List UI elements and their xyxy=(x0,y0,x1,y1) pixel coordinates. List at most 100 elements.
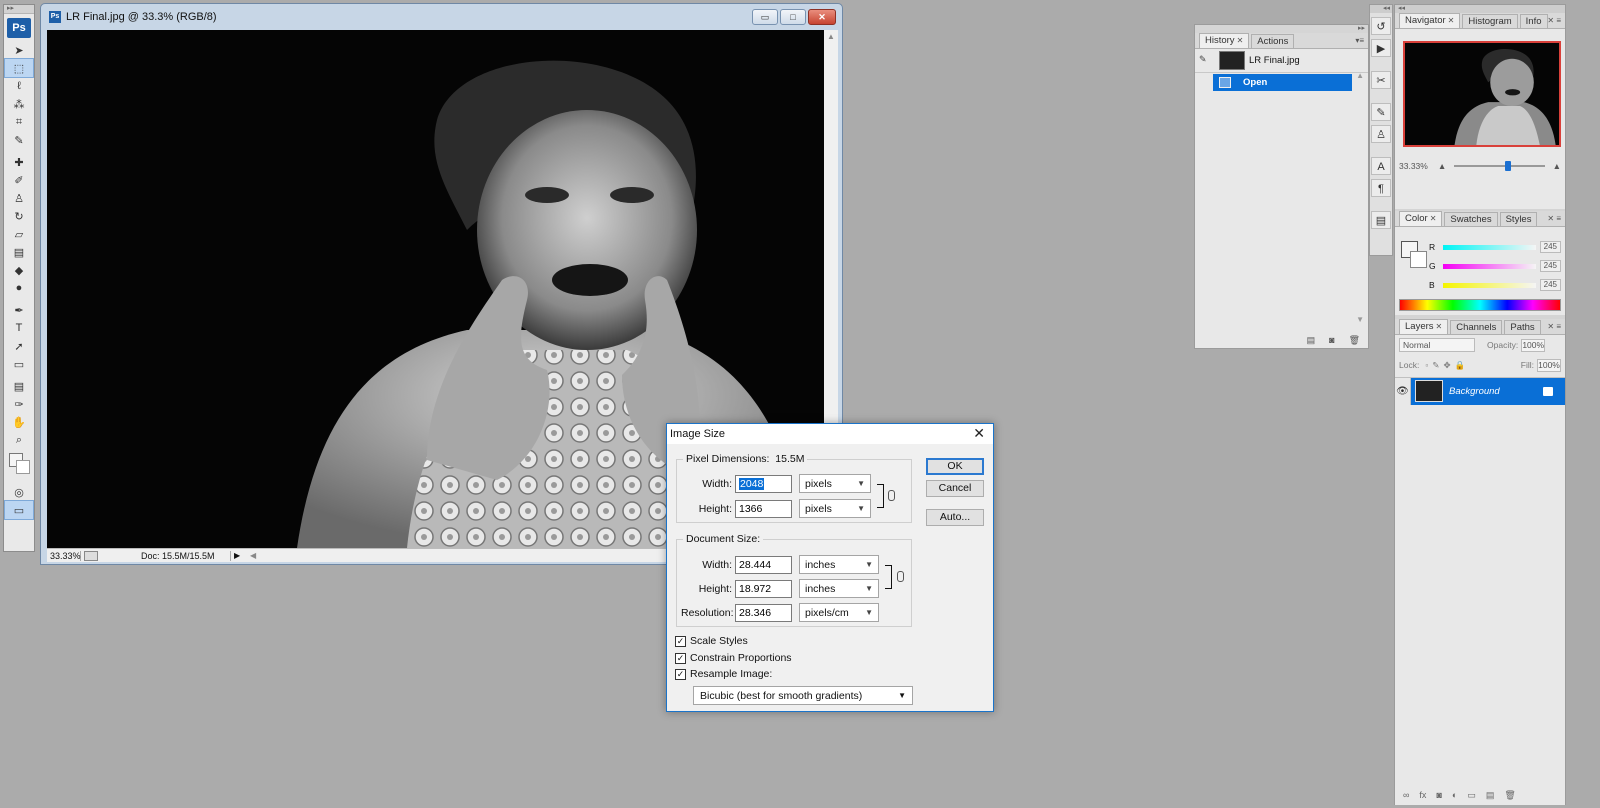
zoom-slider[interactable] xyxy=(1454,161,1545,171)
history-panel-grip[interactable]: ▸▸ xyxy=(1195,25,1368,33)
brush-tool-icon[interactable]: ✐ xyxy=(5,171,33,189)
zoom-in-icon[interactable]: ▲ xyxy=(1553,161,1561,171)
panel-menu-icon[interactable]: ✕ ≡ xyxy=(1547,16,1561,25)
close-tab-icon[interactable]: ✕ xyxy=(1436,322,1443,331)
zoom-level[interactable]: 33.33% xyxy=(47,550,81,561)
scroll-up-arrow-icon[interactable]: ▲ xyxy=(1356,71,1364,80)
close-button[interactable]: ✕ xyxy=(808,9,836,25)
opacity-input[interactable]: 100% xyxy=(1521,338,1546,352)
blur-tool-icon[interactable]: ◆ xyxy=(5,261,33,279)
layer-selected[interactable]: Background xyxy=(1411,377,1565,405)
checkmark-icon[interactable]: ✓ xyxy=(675,652,686,664)
pen-tool-icon[interactable]: ✒ xyxy=(5,301,33,319)
zoom-tool-icon[interactable]: ⌕ xyxy=(5,431,33,449)
marquee-tool-icon[interactable]: ⬚ xyxy=(4,58,34,78)
tools-panel-grip[interactable]: ▸▸ xyxy=(4,5,34,14)
right-column-grip[interactable]: ◂◂ xyxy=(1395,5,1565,13)
new-document-from-state-icon[interactable]: ▤ xyxy=(1307,335,1316,346)
healing-brush-tool-icon[interactable]: ✚ xyxy=(5,153,33,171)
actions-dock-icon[interactable]: ▶ xyxy=(1371,39,1391,57)
layer-name[interactable]: Background xyxy=(1449,386,1543,397)
status-menu-arrow-icon[interactable]: ▶ xyxy=(234,551,244,560)
slice-tool-icon[interactable]: ✎ xyxy=(5,131,33,149)
shape-tool-icon[interactable]: ▭ xyxy=(5,355,33,373)
scroll-down-arrow-icon[interactable]: ▼ xyxy=(1356,315,1364,324)
eyedropper-tool-icon[interactable]: ✑ xyxy=(5,395,33,413)
adjustment-layer-icon[interactable]: ◐ xyxy=(1452,790,1457,801)
tab-swatches[interactable]: Swatches xyxy=(1444,212,1498,226)
resample-method-select[interactable]: Bicubic (best for smooth gradients) ▼ xyxy=(693,686,913,705)
resolution-unit-select[interactable]: pixels/cm ▼ xyxy=(799,603,879,622)
type-tool-icon[interactable]: T xyxy=(5,319,33,337)
scroll-left-arrow-icon[interactable]: ◀ xyxy=(250,551,256,560)
dialog-close-icon[interactable]: ✕ xyxy=(973,425,985,442)
dock-collapse-icon[interactable]: ◂◂ xyxy=(1370,5,1392,13)
tab-navigator[interactable]: Navigator ✕ xyxy=(1399,13,1461,28)
tab-color[interactable]: Color ✕ xyxy=(1399,211,1443,226)
eraser-tool-icon[interactable]: ▱ xyxy=(5,225,33,243)
resample-image-checkbox[interactable]: ✓ Resample Image: xyxy=(675,668,772,680)
history-snapshot[interactable]: ✎ LR Final.jpg xyxy=(1195,49,1368,73)
checkmark-icon[interactable]: ✓ xyxy=(675,635,686,647)
visibility-eye-icon[interactable]: 👁 xyxy=(1395,377,1411,405)
doc-height-unit-select[interactable]: inches ▼ xyxy=(799,579,879,598)
quick-mask-icon[interactable]: ◎ xyxy=(5,483,33,501)
pixel-height-unit-select[interactable]: pixels ▼ xyxy=(799,499,871,518)
dialog-titlebar[interactable]: Image Size xyxy=(667,424,993,444)
pixel-width-input[interactable]: 2048 xyxy=(735,474,792,493)
history-state-open[interactable]: Open xyxy=(1213,74,1352,91)
green-channel-value[interactable]: 245 xyxy=(1539,260,1561,272)
background-color-swatch[interactable] xyxy=(16,460,30,474)
layer-mask-icon[interactable]: ◙ xyxy=(1436,790,1441,801)
checkmark-icon[interactable]: ✓ xyxy=(675,668,686,680)
brushes-dock-icon[interactable]: ✎ xyxy=(1371,103,1391,121)
crop-tool-icon[interactable]: ⌗ xyxy=(5,113,33,131)
color-spectrum-ramp[interactable] xyxy=(1399,299,1561,311)
new-snapshot-icon[interactable]: ◙ xyxy=(1329,335,1334,346)
tab-histogram[interactable]: Histogram xyxy=(1462,14,1518,28)
foreground-background-swatches[interactable] xyxy=(5,451,33,481)
zoom-out-icon[interactable]: ▲ xyxy=(1438,161,1446,171)
doc-width-unit-select[interactable]: inches ▼ xyxy=(799,555,879,574)
navigator-thumbnail[interactable] xyxy=(1403,41,1561,147)
delete-layer-icon[interactable]: 🗑 xyxy=(1504,790,1515,801)
navigator-zoom-value[interactable]: 33.33% xyxy=(1399,161,1428,171)
status-info-icon[interactable] xyxy=(84,550,98,561)
history-brush-tool-icon[interactable]: ↻ xyxy=(5,207,33,225)
magic-wand-tool-icon[interactable]: ⁂ xyxy=(5,95,33,113)
tab-info[interactable]: Info xyxy=(1519,14,1548,28)
hand-tool-icon[interactable]: ✋ xyxy=(5,413,33,431)
clone-stamp-tool-icon[interactable]: ♙ xyxy=(5,189,33,207)
layer-row-background[interactable]: 👁 Background xyxy=(1395,377,1565,405)
auto-button[interactable]: Auto... xyxy=(926,509,984,526)
layer-style-icon[interactable]: fx xyxy=(1419,790,1426,801)
tab-channels[interactable]: Channels xyxy=(1450,320,1503,334)
gradient-tool-icon[interactable]: ▤ xyxy=(5,243,33,261)
scroll-up-arrow-icon[interactable]: ▲ xyxy=(824,30,838,41)
red-channel-value[interactable]: 245 xyxy=(1539,241,1561,253)
blue-channel-value[interactable]: 245 xyxy=(1539,279,1561,291)
cancel-button[interactable]: Cancel xyxy=(926,480,984,497)
scale-styles-checkbox[interactable]: ✓ Scale Styles xyxy=(675,635,748,647)
panel-menu-icon[interactable]: ✕ ≡ xyxy=(1547,214,1561,223)
lock-icons[interactable]: ▫✎✥🔒 xyxy=(1425,360,1469,371)
photoshop-logo[interactable]: Ps xyxy=(7,18,31,38)
tool-presets-dock-icon[interactable]: ✂ xyxy=(1371,71,1391,89)
history-brush-source-icon[interactable]: ✎ xyxy=(1199,54,1213,68)
paragraph-dock-icon[interactable]: ¶ xyxy=(1371,179,1391,197)
lasso-tool-icon[interactable]: ℓ xyxy=(5,77,33,95)
close-tab-icon[interactable]: ✕ xyxy=(1448,16,1455,25)
move-tool-icon[interactable]: ➤ xyxy=(5,41,33,59)
new-layer-icon[interactable]: ▤ xyxy=(1486,790,1495,801)
character-dock-icon[interactable]: A xyxy=(1371,157,1391,175)
panel-menu-icon[interactable]: ✕ ≡ xyxy=(1547,322,1561,331)
blue-channel-slider[interactable] xyxy=(1442,282,1536,288)
red-channel-slider[interactable] xyxy=(1442,244,1536,250)
color-fg-bg-swatches[interactable] xyxy=(1401,241,1429,269)
history-dock-icon[interactable]: ↺ xyxy=(1371,17,1391,35)
path-selection-tool-icon[interactable]: ➚ xyxy=(5,337,33,355)
close-tab-icon[interactable]: ✕ xyxy=(1430,214,1437,223)
layer-comps-dock-icon[interactable]: ▤ xyxy=(1371,211,1391,229)
maximize-button[interactable]: □ xyxy=(780,9,806,25)
doc-height-input[interactable] xyxy=(735,579,792,598)
